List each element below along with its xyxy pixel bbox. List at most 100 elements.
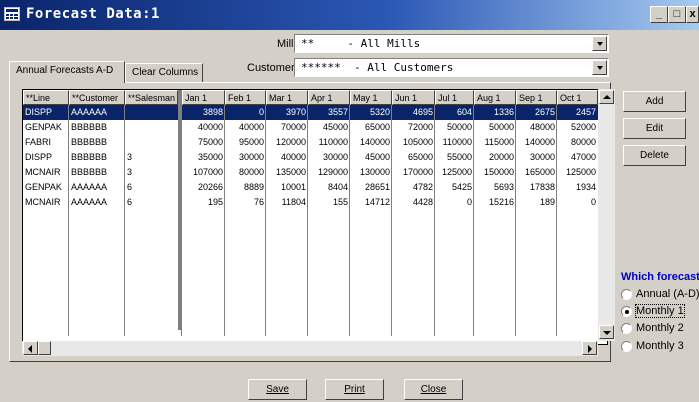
table-cell[interactable]: 75000	[182, 135, 225, 150]
table-cell[interactable]: 45000	[308, 120, 350, 135]
table-cell[interactable]: 80000	[557, 135, 598, 150]
table-cell[interactable]: 20266	[182, 180, 225, 195]
table-cell[interactable]: 95000	[225, 135, 266, 150]
table-cell[interactable]: 110000	[308, 135, 350, 150]
table-cell[interactable]	[125, 105, 178, 120]
table-cell[interactable]: 4782	[392, 180, 435, 195]
table-cell[interactable]: 40000	[225, 120, 266, 135]
table-cell[interactable]: 0	[557, 195, 598, 210]
add-button[interactable]: Add	[623, 91, 686, 112]
table-cell[interactable]: 65000	[350, 120, 392, 135]
forecast-grid[interactable]: **Line **Customer **Salesman Jan 1 Feb 1 Mar …	[22, 89, 608, 345]
table-cell[interactable]: MCNAIR	[23, 165, 69, 180]
table-cell[interactable]: 189	[516, 195, 557, 210]
table-cell[interactable]: 129000	[308, 165, 350, 180]
table-cell[interactable]: 48000	[516, 120, 557, 135]
table-cell[interactable]: GENPAK	[23, 120, 69, 135]
table-cell[interactable]: 195	[182, 195, 225, 210]
table-cell[interactable]: 5320	[350, 105, 392, 120]
radio-annual-dot[interactable]	[621, 289, 632, 300]
minimize-button[interactable]: _	[650, 6, 668, 23]
scroll-left-button[interactable]	[23, 341, 38, 355]
table-cell[interactable]: 0	[225, 105, 266, 120]
column-header[interactable]: Mar 1	[266, 90, 308, 105]
table-cell[interactable]	[125, 120, 178, 135]
table-cell[interactable]: 140000	[516, 135, 557, 150]
table-cell[interactable]: 5693	[474, 180, 516, 195]
table-cell[interactable]: DISPP	[23, 150, 69, 165]
radio-monthly-3-dot[interactable]	[621, 341, 632, 352]
table-cell[interactable]: 3557	[308, 105, 350, 120]
column-header[interactable]: Aug 1	[474, 90, 516, 105]
table-cell[interactable]: 130000	[350, 165, 392, 180]
column-header[interactable]: Sep 1	[516, 90, 557, 105]
column-header[interactable]: Jan 1	[182, 90, 225, 105]
table-cell[interactable]: 30000	[225, 150, 266, 165]
customer-dropdown-button[interactable]	[592, 60, 607, 75]
edit-button[interactable]: Edit	[623, 118, 686, 139]
maximize-button[interactable]: □	[668, 6, 686, 23]
table-cell[interactable]: 165000	[516, 165, 557, 180]
table-cell[interactable]: 604	[435, 105, 474, 120]
table-cell[interactable]: BBBBBB	[69, 120, 125, 135]
table-cell[interactable]: 3	[125, 150, 178, 165]
table-cell[interactable]: 4428	[392, 195, 435, 210]
table-cell[interactable]: 2457	[557, 105, 598, 120]
table-cell[interactable]: 1336	[474, 105, 516, 120]
table-row[interactable]: DISPP AAAAAA 3898 0 3970 3557 5320 4695 604 1336 2…	[23, 105, 607, 120]
table-cell[interactable]: 6	[125, 180, 178, 195]
table-cell[interactable]: 10001	[266, 180, 308, 195]
print-button[interactable]: Print	[325, 379, 384, 400]
table-cell[interactable]: 15216	[474, 195, 516, 210]
table-cell[interactable]: 30000	[516, 150, 557, 165]
table-cell[interactable]: 52000	[557, 120, 598, 135]
scroll-right-button[interactable]	[582, 341, 597, 355]
close-button[interactable]: Close	[404, 379, 463, 400]
table-cell[interactable]: 40000	[266, 150, 308, 165]
table-cell[interactable]: 80000	[225, 165, 266, 180]
table-cell[interactable]: 170000	[392, 165, 435, 180]
table-cell[interactable]: 11804	[266, 195, 308, 210]
table-cell[interactable]: 55000	[435, 150, 474, 165]
tab-annual-forecasts[interactable]: Annual Forecasts A-D	[9, 61, 125, 83]
table-cell[interactable]: FABRI	[23, 135, 69, 150]
mill-dropdown-button[interactable]	[592, 36, 607, 51]
column-header[interactable]: **Line	[23, 90, 69, 105]
title-bar[interactable]: Forecast Data:1 _ □ x	[0, 0, 699, 30]
scroll-up-button[interactable]	[599, 90, 614, 104]
table-cell[interactable]: 50000	[474, 120, 516, 135]
radio-monthly-2-dot[interactable]	[621, 323, 632, 334]
tab-clear-columns[interactable]: Clear Columns	[125, 63, 203, 83]
table-cell[interactable]: 3	[125, 165, 178, 180]
table-cell[interactable]: 155	[308, 195, 350, 210]
table-cell[interactable]: 3898	[182, 105, 225, 120]
column-header[interactable]: Apr 1	[308, 90, 350, 105]
table-cell[interactable]: 107000	[182, 165, 225, 180]
table-cell[interactable]: 1934	[557, 180, 598, 195]
table-cell[interactable]: 72000	[392, 120, 435, 135]
table-cell[interactable]: DISPP	[23, 105, 69, 120]
radio-monthly-1-dot[interactable]	[621, 306, 632, 317]
table-cell[interactable]: AAAAAA	[69, 105, 125, 120]
table-cell[interactable]: 8404	[308, 180, 350, 195]
table-cell[interactable]: 135000	[266, 165, 308, 180]
table-cell[interactable]: 8889	[225, 180, 266, 195]
table-row[interactable]: MCNAIR AAAAAA 6 195 76 11804 155 14712 4428 0 1521…	[23, 195, 607, 210]
column-header[interactable]: Jul 1	[435, 90, 474, 105]
table-cell[interactable]: BBBBBB	[69, 135, 125, 150]
table-cell[interactable]: 150000	[474, 165, 516, 180]
table-row[interactable]: DISPP BBBBBB 3 35000 30000 40000 30000 45000 650…	[23, 150, 607, 165]
table-cell[interactable]	[125, 135, 178, 150]
table-row[interactable]: FABRI BBBBBB 75000 95000 120000 110000 140000 1…	[23, 135, 607, 150]
table-row[interactable]: GENPAK AAAAAA 6 20266 8889 10001 8404 28651 4782…	[23, 180, 607, 195]
table-cell[interactable]: GENPAK	[23, 180, 69, 195]
table-cell[interactable]: 0	[435, 195, 474, 210]
table-cell[interactable]: 50000	[435, 120, 474, 135]
table-row[interactable]: MCNAIR BBBBBB 3 107000 80000 135000 129000 1300…	[23, 165, 607, 180]
table-cell[interactable]: 105000	[392, 135, 435, 150]
table-cell[interactable]: 65000	[392, 150, 435, 165]
horizontal-scrollbar[interactable]	[22, 341, 598, 356]
vertical-scrollbar[interactable]	[598, 89, 615, 341]
table-cell[interactable]: 30000	[308, 150, 350, 165]
column-header[interactable]: Feb 1	[225, 90, 266, 105]
